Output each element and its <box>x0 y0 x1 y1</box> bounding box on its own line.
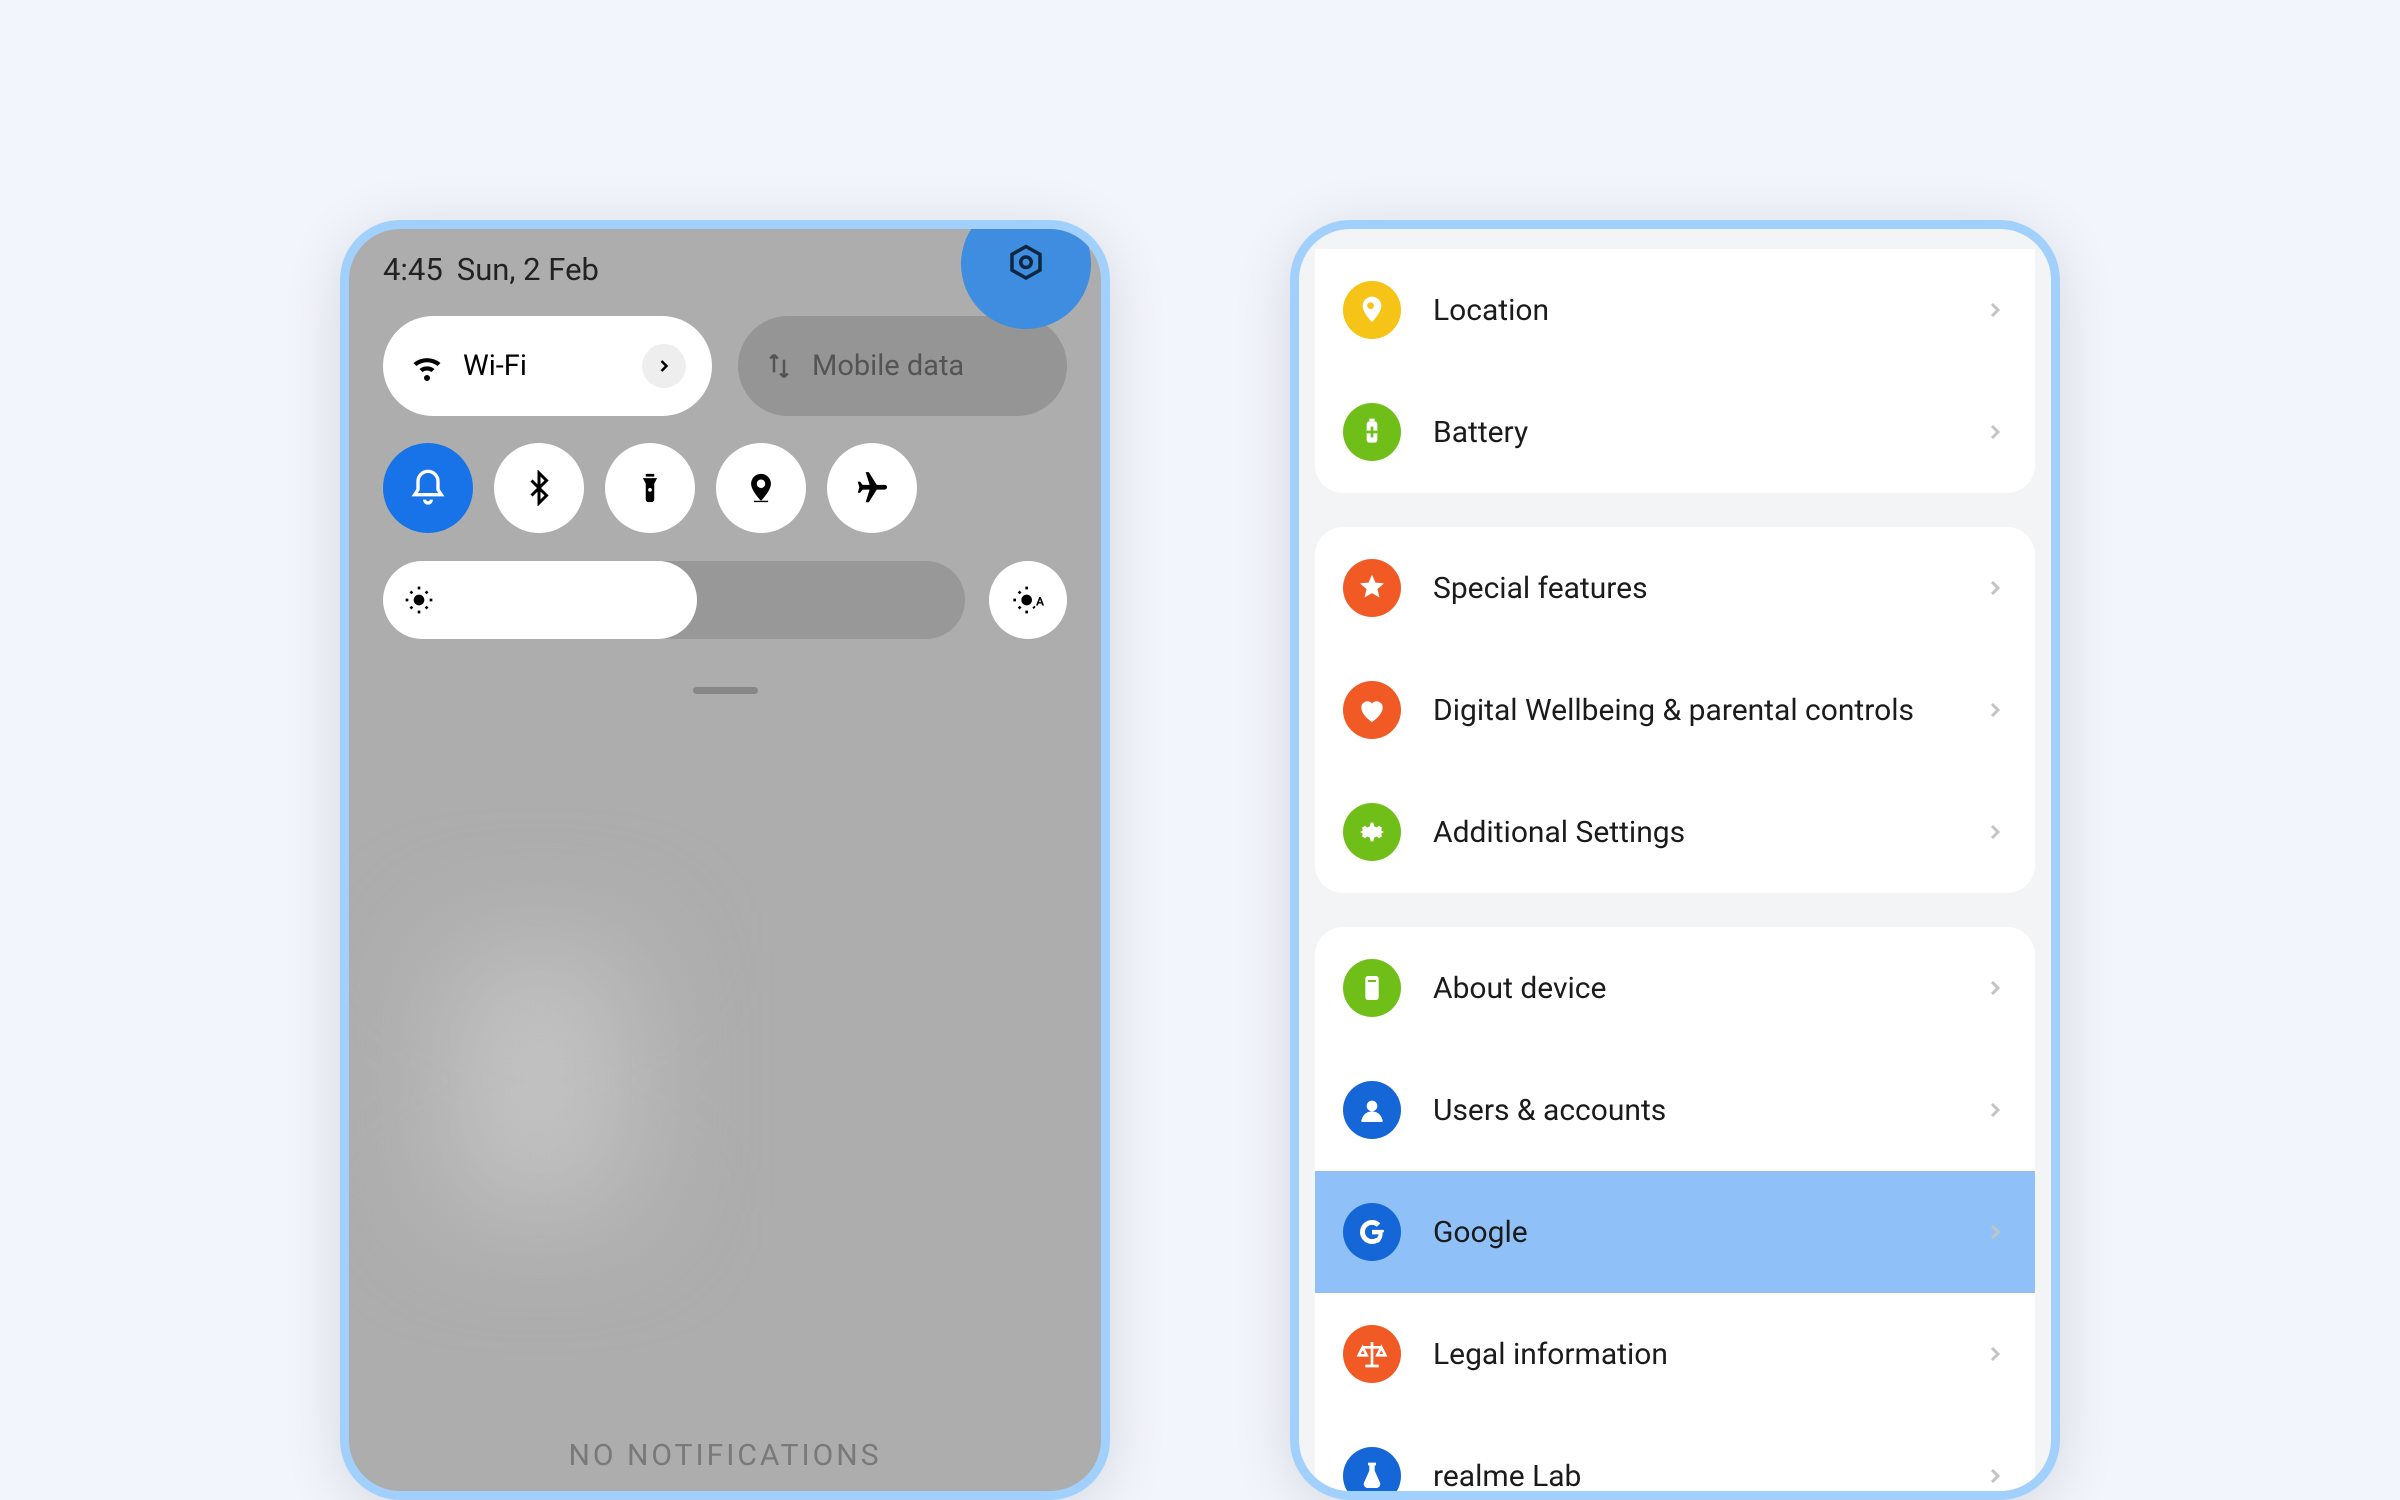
chevron-right-icon <box>1983 1342 2007 1366</box>
chevron-right-icon <box>1983 1220 2007 1244</box>
auto-brightness-toggle[interactable]: A <box>989 561 1067 639</box>
bell-icon <box>408 468 448 508</box>
chevron-right-icon <box>1983 820 2007 844</box>
data-arrows-icon <box>764 351 794 381</box>
brightness-slider[interactable] <box>383 561 965 639</box>
flashlight-icon <box>633 471 667 505</box>
wifi-label: Wi-Fi <box>463 349 527 383</box>
airplane-icon <box>853 469 891 507</box>
chevron-right-icon <box>1983 298 2007 322</box>
bluetooth-icon <box>521 470 557 506</box>
settings-icon <box>1005 243 1047 285</box>
settings-row-label: realme Lab <box>1433 1459 1983 1494</box>
settings-row-label: Legal information <box>1433 1337 1983 1372</box>
chevron-right-icon <box>654 356 674 376</box>
quick-tiles-row <box>349 416 1101 533</box>
location-tile[interactable] <box>716 443 806 533</box>
chevron-right-icon <box>1983 1098 2007 1122</box>
settings-row-google[interactable]: Google <box>1315 1171 2035 1293</box>
bluetooth-tile[interactable] <box>494 443 584 533</box>
chevron-right-icon <box>1983 698 2007 722</box>
chevron-right-icon <box>1983 1464 2007 1488</box>
settings-screen: Location Battery Special features Digital … <box>1290 220 2060 1500</box>
settings-row-label: Special features <box>1433 571 1983 606</box>
chevron-right-icon <box>1983 976 2007 1000</box>
star-icon <box>1343 559 1401 617</box>
settings-row-battery[interactable]: Battery <box>1315 371 2035 493</box>
user-icon <box>1343 1081 1401 1139</box>
settings-row-realme-lab[interactable]: realme Lab <box>1315 1415 2035 1500</box>
location-pin-icon <box>744 471 778 505</box>
no-notifications-label: NO NOTIFICATIONS <box>349 1438 1101 1473</box>
settings-row-special-features[interactable]: Special features <box>1315 527 2035 649</box>
google-icon <box>1343 1203 1401 1261</box>
location-icon <box>1343 281 1401 339</box>
clock-date: Sun, 2 Feb <box>457 251 599 288</box>
mobile-data-toggle[interactable]: Mobile data <box>738 316 1067 416</box>
wifi-icon <box>409 348 445 384</box>
device-icon <box>1343 959 1401 1017</box>
lab-icon <box>1343 1447 1401 1500</box>
settings-row-users-accounts[interactable]: Users & accounts <box>1315 1049 2035 1171</box>
brightness-icon <box>403 584 435 616</box>
brightness-fill <box>383 561 697 639</box>
wifi-toggle[interactable]: Wi-Fi <box>383 316 712 416</box>
battery-icon <box>1343 403 1401 461</box>
settings-row-label: Digital Wellbeing & parental controls <box>1433 693 1983 728</box>
settings-row-location[interactable]: Location <box>1315 249 2035 371</box>
settings-row-label: Location <box>1433 293 1983 328</box>
settings-row-about-device[interactable]: About device <box>1315 927 2035 1049</box>
settings-row-digital-wellbeing-parental-controls[interactable]: Digital Wellbeing & parental controls <box>1315 649 2035 771</box>
clock-time: 4:45 <box>383 251 443 288</box>
auto-brightness-icon: A <box>1012 584 1044 616</box>
airplane-tile[interactable] <box>827 443 917 533</box>
settings-row-additional-settings[interactable]: Additional Settings <box>1315 771 2035 893</box>
settings-row-label: About device <box>1433 971 1983 1006</box>
mobile-data-label: Mobile data <box>812 349 964 383</box>
shade-drag-handle[interactable] <box>693 687 758 694</box>
settings-row-label: Additional Settings <box>1433 815 1983 850</box>
gear-icon <box>1343 803 1401 861</box>
settings-group-1: Location Battery <box>1315 249 2035 493</box>
settings-row-label: Battery <box>1433 415 1983 450</box>
svg-text:A: A <box>1036 594 1044 608</box>
chevron-right-icon <box>1983 420 2007 444</box>
flashlight-tile[interactable] <box>605 443 695 533</box>
settings-row-label: Users & accounts <box>1433 1093 1983 1128</box>
chevron-right-icon <box>1983 576 2007 600</box>
wifi-expand-button[interactable] <box>642 344 686 388</box>
shade-header: 4:45 Sun, 2 Feb <box>349 229 1101 296</box>
settings-group-2: Special features Digital Wellbeing & pare… <box>1315 527 2035 893</box>
heart-icon <box>1343 681 1401 739</box>
brightness-row: A <box>349 533 1101 639</box>
scale-icon <box>1343 1325 1401 1383</box>
notification-shade: 4:45 Sun, 2 Feb Wi-Fi Mobile data <box>340 220 1110 1500</box>
settings-group-3: About device Users & accounts Google Legal … <box>1315 927 2035 1500</box>
wallpaper-blur <box>449 951 629 1211</box>
sound-tile[interactable] <box>383 443 473 533</box>
settings-row-legal-information[interactable]: Legal information <box>1315 1293 2035 1415</box>
settings-row-label: Google <box>1433 1215 1983 1250</box>
